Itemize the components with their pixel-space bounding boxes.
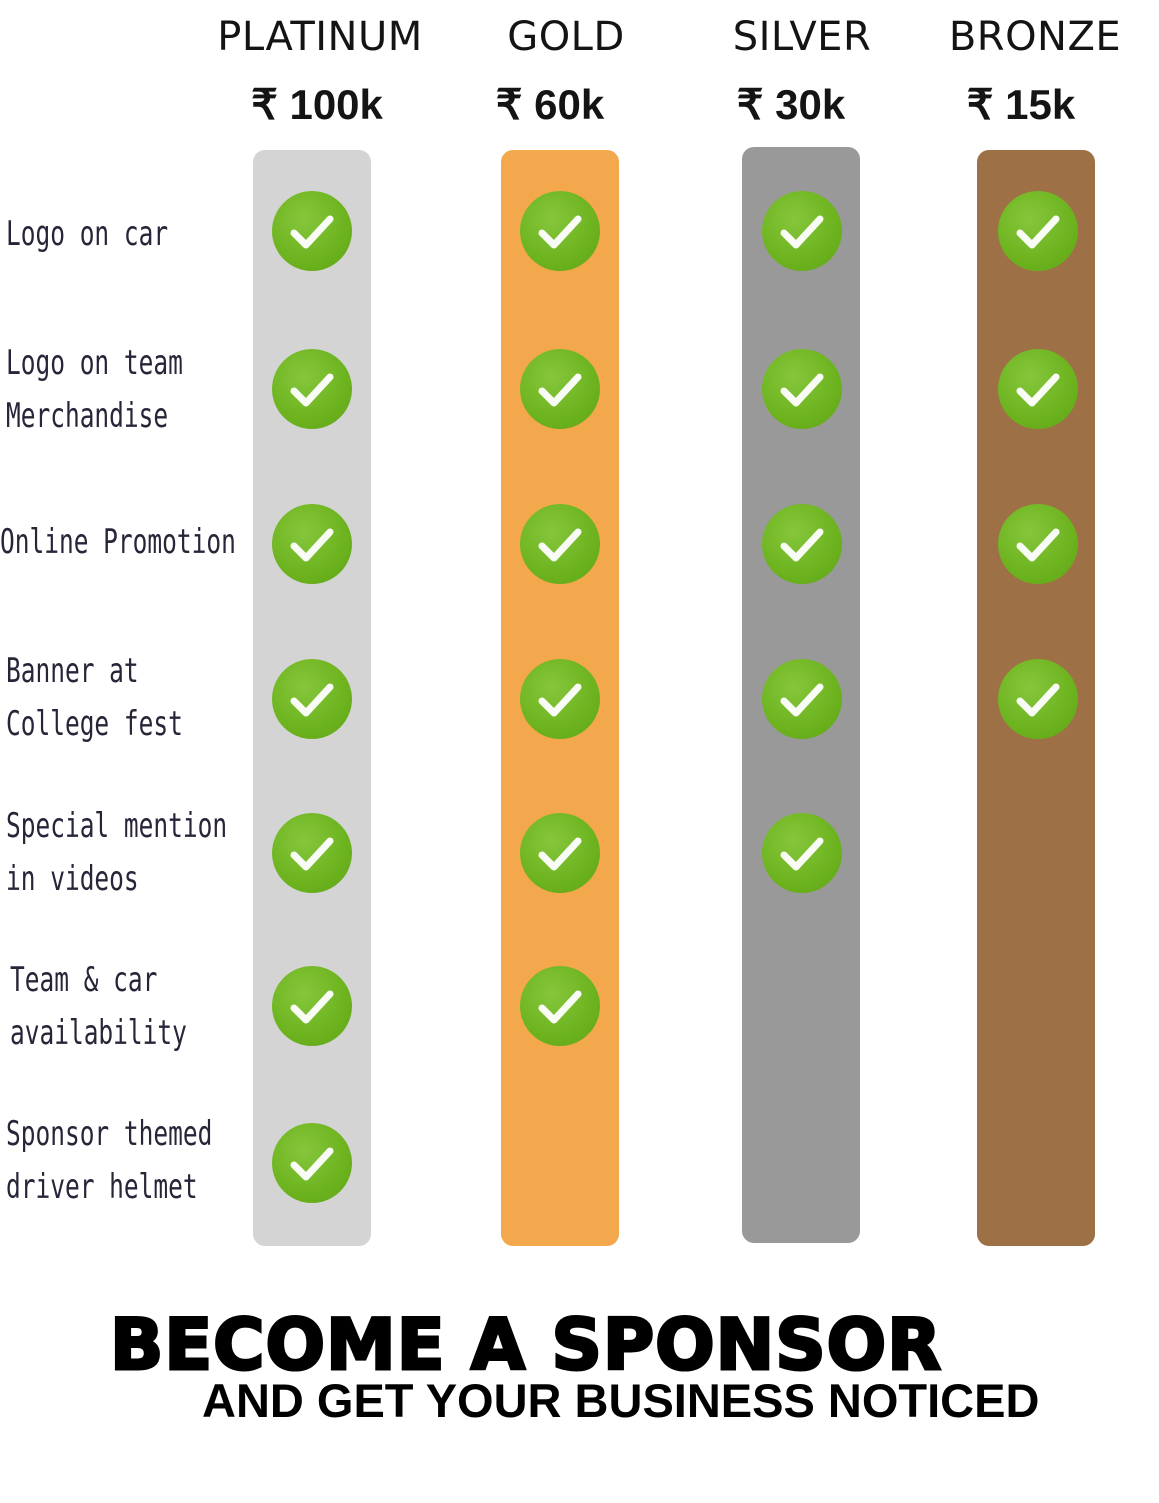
tier-name-bronze: BRONZE xyxy=(948,14,1122,60)
tier-name-gold: GOLD xyxy=(507,14,625,60)
tier-name-silver: SILVER xyxy=(732,14,872,60)
check-circle-icon xyxy=(272,659,352,739)
tier-price-gold: ₹ 60k xyxy=(495,81,605,128)
check-circle-icon xyxy=(762,659,842,739)
feature-label-logo-on-car: Logo on car xyxy=(6,214,169,254)
check-circle-icon xyxy=(998,504,1078,584)
check-circle-icon xyxy=(272,966,352,1046)
check-circle-icon xyxy=(520,349,600,429)
check-circle-icon xyxy=(998,191,1078,271)
check-circle-icon xyxy=(998,349,1078,429)
feature-label-team-car-availability: Team & car availability xyxy=(10,960,187,1053)
check-circle-icon xyxy=(520,504,600,584)
check-circle-icon xyxy=(762,504,842,584)
check-circle-icon xyxy=(762,349,842,429)
check-circle-icon xyxy=(520,659,600,739)
feature-label-online-promotion: Online Promotion xyxy=(0,522,236,562)
check-circle-icon xyxy=(272,813,352,893)
check-circle-icon xyxy=(272,504,352,584)
feature-label-sponsor-helmet: Sponsor themed driver helmet xyxy=(6,1114,213,1207)
check-circle-icon xyxy=(762,191,842,271)
check-circle-icon xyxy=(272,191,352,271)
tier-name-platinum: PLATINUM xyxy=(217,14,423,60)
feature-label-banner-at-college-fest: Banner at College fest xyxy=(6,651,183,744)
check-circle-icon xyxy=(272,1123,352,1203)
tier-price-platinum: ₹ 100k xyxy=(251,81,383,128)
check-circle-icon xyxy=(520,191,600,271)
cta-subtitle: AND GET YOUR BUSINESS NOTICED xyxy=(202,1374,1040,1427)
check-circle-icon xyxy=(520,966,600,1046)
tier-price-silver: ₹ 30k xyxy=(736,81,846,128)
check-circle-icon xyxy=(520,813,600,893)
check-circle-icon xyxy=(272,349,352,429)
feature-label-logo-on-team-merchandise: Logo on team Merchandise xyxy=(6,343,183,436)
feature-label-special-mention: Special mention in videos xyxy=(6,806,228,899)
check-circle-icon xyxy=(998,659,1078,739)
tier-price-bronze: ₹ 15k xyxy=(966,81,1076,128)
check-circle-icon xyxy=(762,813,842,893)
